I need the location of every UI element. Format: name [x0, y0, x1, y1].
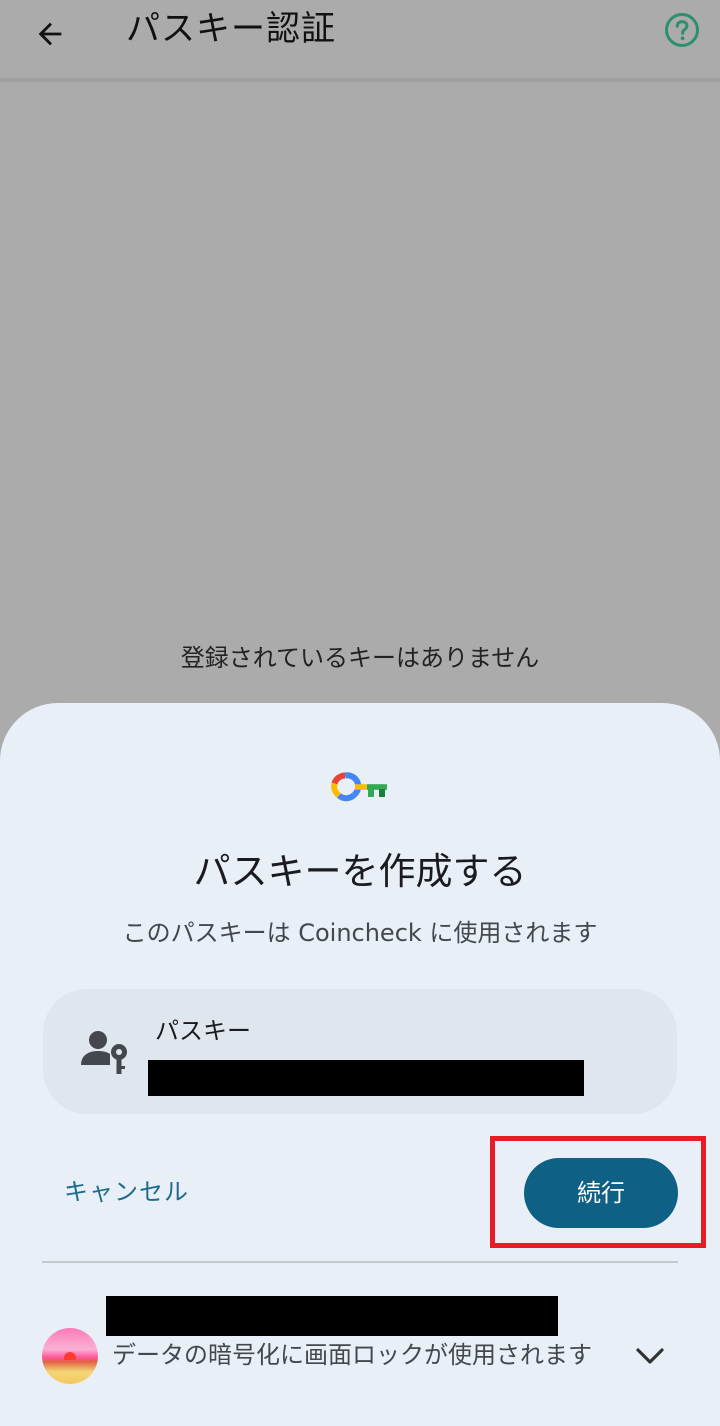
avatar — [42, 1328, 98, 1384]
help-circle-icon — [665, 13, 699, 47]
page-title: パスキー認証 — [126, 9, 336, 49]
back-button[interactable] — [24, 8, 76, 60]
empty-state-message: 登録されているキーはありません — [180, 644, 540, 672]
cancel-button[interactable]: キャンセル — [48, 1163, 205, 1221]
arrow-left-icon — [38, 22, 62, 46]
sheet-title: パスキーを作成する — [193, 850, 527, 893]
chevron-down-icon — [636, 1348, 664, 1364]
continue-button[interactable]: 続行 — [524, 1158, 678, 1228]
redacted-account-email — [106, 1296, 558, 1336]
divider — [42, 1261, 678, 1263]
expand-button[interactable] — [624, 1336, 676, 1376]
help-button[interactable] — [664, 12, 700, 48]
sheet-subtitle: このパスキーは Coincheck に使用されます — [122, 919, 598, 947]
passkey-account-card[interactable]: パスキー — [43, 989, 677, 1114]
redacted-account-name — [148, 1060, 584, 1096]
app-bar: パスキー認証 — [0, 0, 720, 80]
passkey-logo-icon — [331, 772, 387, 802]
avatar-sun-shape — [64, 1352, 76, 1360]
account-label: パスキー — [155, 1017, 251, 1045]
screen-lock-notice: データの暗号化に画面ロックが使用されます — [112, 1341, 592, 1369]
person-key-icon — [81, 1031, 127, 1074]
